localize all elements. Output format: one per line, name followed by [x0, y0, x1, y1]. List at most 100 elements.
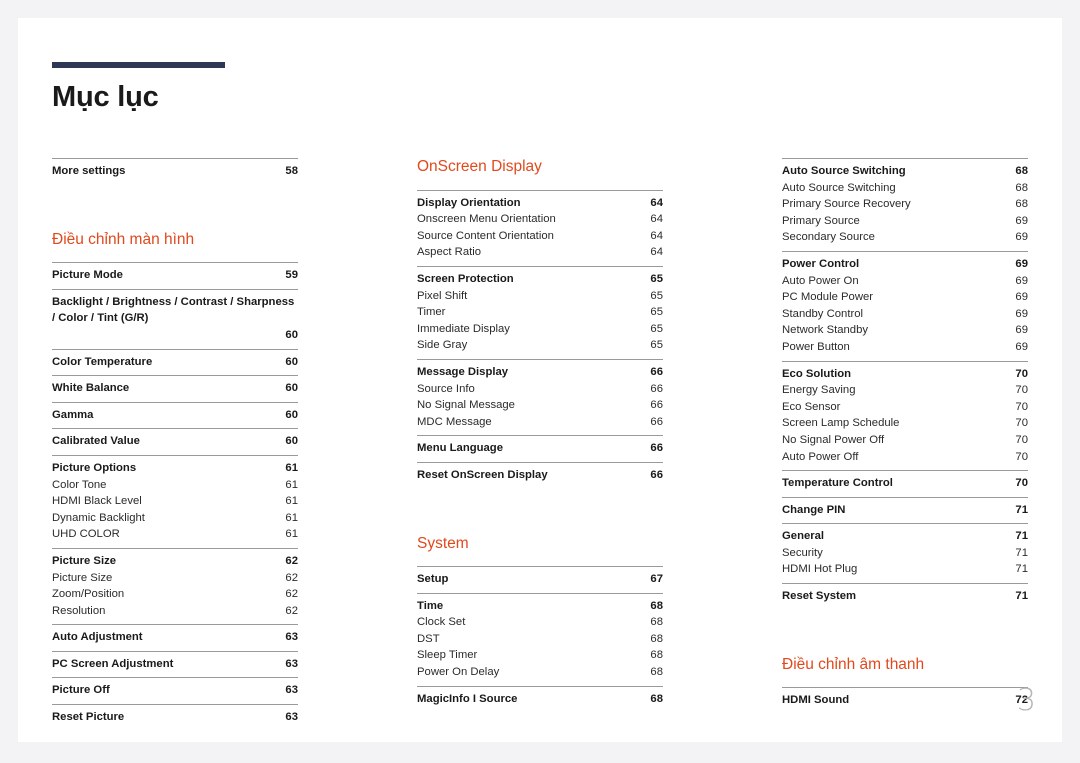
toc-group: General 71 Security 71 HDMI Hot Plug 71 — [782, 523, 1028, 583]
toc-entry-sub[interactable]: Power Button 69 — [782, 339, 1028, 356]
toc-entry-main[interactable]: Time 68 — [417, 598, 663, 615]
toc-entry-page: 69 — [1015, 257, 1028, 270]
document-page: Mục lục More settings 58 Điều chỉnh màn hì… — [18, 18, 1062, 742]
toc-entry-main[interactable]: Picture Off 63 — [52, 682, 298, 699]
toc-entry-label: Change PIN — [782, 503, 846, 516]
toc-entry-label: Energy Saving — [782, 384, 856, 397]
toc-entry-main[interactable]: Reset Picture 63 — [52, 709, 298, 726]
toc-entry-label: HDMI Sound — [782, 694, 850, 707]
toc-entry-sub[interactable]: Eco Sensor 70 — [782, 399, 1028, 416]
toc-entry-page: 69 — [1015, 307, 1028, 320]
toc-entry-main[interactable]: Color Temperature 60 — [52, 354, 298, 371]
toc-entry-sub[interactable]: HDMI Hot Plug 71 — [782, 561, 1028, 578]
section-heading: OnScreen Display — [417, 158, 542, 175]
toc-entry-sub[interactable]: Security 71 — [782, 545, 1028, 562]
toc-entry-sub[interactable]: Sleep Timer 68 — [417, 647, 663, 664]
toc-entry-sub[interactable]: Aspect Ratio 64 — [417, 244, 663, 261]
toc-entry-page: 60 — [285, 328, 298, 341]
toc-entry-main[interactable]: White Balance 60 — [52, 380, 298, 397]
toc-group: Reset System 71 — [782, 583, 1028, 610]
toc-entry-main[interactable]: Backlight / Brightness / Contrast / Shar… — [52, 294, 298, 344]
toc-entry-sub[interactable]: Dynamic Backlight 61 — [52, 510, 298, 527]
toc-entry-main[interactable]: Setup 67 — [417, 571, 663, 588]
toc-entry-main[interactable]: Calibrated Value 60 — [52, 433, 298, 450]
toc-entry-sub[interactable]: Power On Delay 68 — [417, 664, 663, 681]
toc-entry-page: 69 — [1015, 214, 1028, 227]
toc-entry-main[interactable]: General 71 — [782, 528, 1028, 545]
toc-entry-page: 64 — [650, 229, 663, 242]
toc-entry-sub[interactable]: Pixel Shift 65 — [417, 288, 663, 305]
toc-entry-page: 71 — [1015, 563, 1028, 576]
toc-entry-main[interactable]: Menu Language 66 — [417, 440, 663, 457]
column-3: Auto Source Switching 68 Auto Source Switc… — [782, 158, 1028, 731]
toc-entry-page: 63 — [285, 631, 298, 644]
toc-entry-label: Secondary Source — [782, 231, 875, 244]
section-heading: System — [417, 534, 469, 552]
toc-entry-sub[interactable]: Timer 65 — [417, 304, 663, 321]
toc-entry-main[interactable]: Gamma 60 — [52, 407, 298, 424]
title-accent-rule — [52, 62, 225, 68]
toc-entry-main[interactable]: Picture Mode 59 — [52, 267, 298, 284]
toc-entry-sub[interactable]: Immediate Display 65 — [417, 321, 663, 338]
toc-entry-sub[interactable]: Color Tone 61 — [52, 477, 298, 494]
toc-entry-sub[interactable]: Zoom/Position 62 — [52, 586, 298, 603]
toc-entry-sub[interactable]: Energy Saving 70 — [782, 382, 1028, 399]
toc-entry-label: Color Temperature — [52, 355, 153, 368]
toc-entry-sub[interactable]: UHD COLOR 61 — [52, 526, 298, 543]
toc-entry-page: 60 — [285, 355, 298, 368]
toc-entry-page: 65 — [650, 272, 663, 285]
toc-entry-main[interactable]: Message Display 66 — [417, 364, 663, 381]
toc-entry-sub[interactable]: Secondary Source 69 — [782, 229, 1028, 246]
toc-entry-label: Screen Protection — [417, 272, 514, 285]
toc-entry-sub[interactable]: Primary Source 69 — [782, 213, 1028, 230]
toc-entry-sub[interactable]: Primary Source Recovery 68 — [782, 196, 1028, 213]
toc-entry-page: 66 — [650, 442, 663, 455]
toc-entry-sub[interactable]: No Signal Power Off 70 — [782, 432, 1028, 449]
toc-entry-sub[interactable]: Auto Source Switching 68 — [782, 180, 1028, 197]
toc-entry-label: Picture Options — [52, 461, 137, 474]
toc-entry-main[interactable]: HDMI Sound 72 — [782, 692, 1028, 709]
toc-entry-sub[interactable]: Network Standby 69 — [782, 322, 1028, 339]
toc-entry-sub[interactable]: Screen Lamp Schedule 70 — [782, 415, 1028, 432]
toc-entry-sub[interactable]: Onscreen Menu Orientation 64 — [417, 211, 663, 228]
toc-entry-sub[interactable]: Resolution 62 — [52, 603, 298, 620]
toc-entry-label: Backlight / Brightness / Contrast / Shar… — [52, 295, 295, 325]
toc-entry-main[interactable]: More settings 58 — [52, 163, 298, 180]
toc-entry-sub[interactable]: Standby Control 69 — [782, 306, 1028, 323]
toc-entry-main[interactable]: Temperature Control 70 — [782, 475, 1028, 492]
toc-entry-sub[interactable]: PC Module Power 69 — [782, 289, 1028, 306]
toc-entry-sub[interactable]: Source Info 66 — [417, 381, 663, 398]
toc-entry-main[interactable]: Reset OnScreen Display 66 — [417, 467, 663, 484]
toc-entry-sub[interactable]: MDC Message 66 — [417, 414, 663, 431]
toc-entry-sub[interactable]: Picture Size 62 — [52, 570, 298, 587]
toc-entry-sub[interactable]: Auto Power On 69 — [782, 273, 1028, 290]
toc-entry-label: Source Info — [417, 382, 475, 395]
toc-entry-main[interactable]: Picture Size 62 — [52, 553, 298, 570]
toc-entry-main[interactable]: Eco Solution 70 — [782, 366, 1028, 383]
toc-entry-sub[interactable]: Source Content Orientation 64 — [417, 228, 663, 245]
toc-entry-main[interactable]: Change PIN 71 — [782, 502, 1028, 519]
section-heading: Điều chỉnh màn hình — [52, 230, 195, 248]
toc-entry-main[interactable]: Auto Source Switching 68 — [782, 163, 1028, 180]
toc-entry-main[interactable]: Screen Protection 65 — [417, 271, 663, 288]
toc-entry-page: 64 — [650, 213, 663, 226]
toc-entry-main[interactable]: Power Control 69 — [782, 256, 1028, 273]
toc-entry-page: 64 — [650, 246, 663, 259]
toc-entry-sub[interactable]: DST 68 — [417, 631, 663, 648]
toc-entry-main[interactable]: Display Orientation 64 — [417, 195, 663, 212]
toc-entry-main[interactable]: Picture Options 61 — [52, 460, 298, 477]
toc-entry-main[interactable]: PC Screen Adjustment 63 — [52, 656, 298, 673]
toc-entry-sub[interactable]: Clock Set 68 — [417, 614, 663, 631]
toc-entry-sub[interactable]: No Signal Message 66 — [417, 397, 663, 414]
toc-group: Picture Options 61 Color Tone 61 HDMI Black … — [52, 454, 298, 548]
toc-group: Reset Picture 63 — [52, 704, 298, 731]
toc-entry-main[interactable]: Auto Adjustment 63 — [52, 629, 298, 646]
toc-entry-sub[interactable]: Side Gray 65 — [417, 337, 663, 354]
toc-group: Gamma 60 — [52, 401, 298, 429]
toc-entry-sub[interactable]: HDMI Black Level 61 — [52, 493, 298, 510]
toc-entry-label: Security — [782, 546, 823, 559]
toc-entry-sub[interactable]: Auto Power Off 70 — [782, 449, 1028, 466]
toc-entry-main[interactable]: MagicInfo I Source 68 — [417, 691, 663, 708]
toc-entry-main[interactable]: Reset System 71 — [782, 588, 1028, 605]
toc-entry-label: Power Control — [782, 257, 860, 270]
